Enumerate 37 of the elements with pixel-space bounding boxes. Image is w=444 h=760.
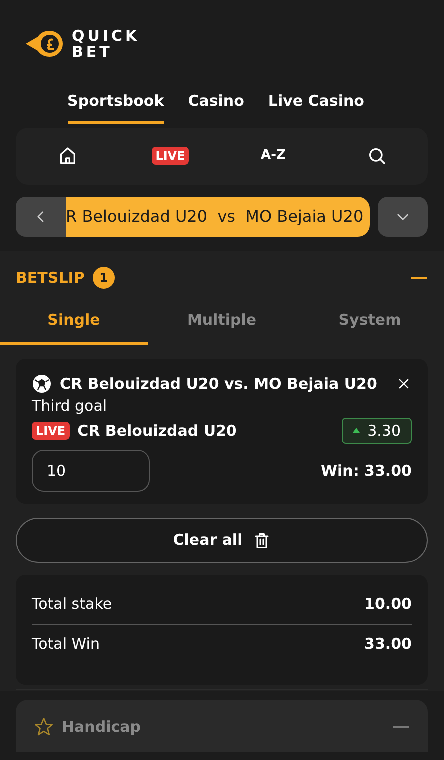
nav-tab[interactable]: Live Casino — [268, 90, 364, 124]
minus-icon — [393, 726, 409, 728]
logo-text: BET — [72, 44, 113, 60]
logo-text: QUICK — [72, 28, 140, 44]
nav-tab[interactable]: Casino — [188, 90, 244, 124]
event-name: CR Belouizdad U20 vs. MO Bejaia U20 — [60, 374, 378, 394]
soccer-ball-icon — [32, 374, 52, 394]
betslip-title: BETSLIP — [16, 268, 85, 288]
count-badge: 1 — [92, 266, 115, 289]
total-value: 33.00 — [364, 634, 412, 654]
az-button[interactable]: A-Z — [261, 146, 286, 166]
expand-button[interactable] — [378, 196, 428, 236]
stake-field[interactable]: 10 — [32, 450, 150, 492]
minus-icon — [411, 276, 427, 279]
pick-name: CR Belouizdad U20 — [78, 420, 237, 442]
live-badge: LIVE — [32, 422, 70, 440]
nav-tab[interactable]: Sportsbook — [68, 90, 164, 124]
total-label: Total stake — [32, 594, 112, 615]
win-amount: Win: 33.00 — [320, 460, 412, 482]
star-icon[interactable] — [34, 716, 54, 737]
trash-icon — [252, 532, 271, 550]
betslip-tab[interactable]: System — [296, 301, 444, 344]
market-name: Third goal — [32, 396, 108, 417]
match-title[interactable]: R Belouizdad U20 vs MO Bejaia U20 — [66, 196, 370, 236]
betslip-tab[interactable]: Single — [0, 301, 148, 344]
clear-all-button[interactable]: Clear all — [16, 518, 428, 563]
betslip-tab[interactable]: Multiple — [148, 301, 296, 344]
close-icon — [397, 376, 411, 391]
live-button[interactable]: LIVE — [152, 147, 190, 165]
total-value: 10.00 — [364, 594, 412, 615]
home-icon — [58, 146, 78, 166]
search-icon — [366, 146, 386, 166]
total-label: Total Win — [32, 634, 100, 654]
market-title: Handicap — [62, 716, 141, 738]
logo-icon — [24, 29, 64, 59]
odds-button[interactable]: 3.30 — [342, 418, 412, 444]
previous-button[interactable] — [16, 196, 66, 236]
